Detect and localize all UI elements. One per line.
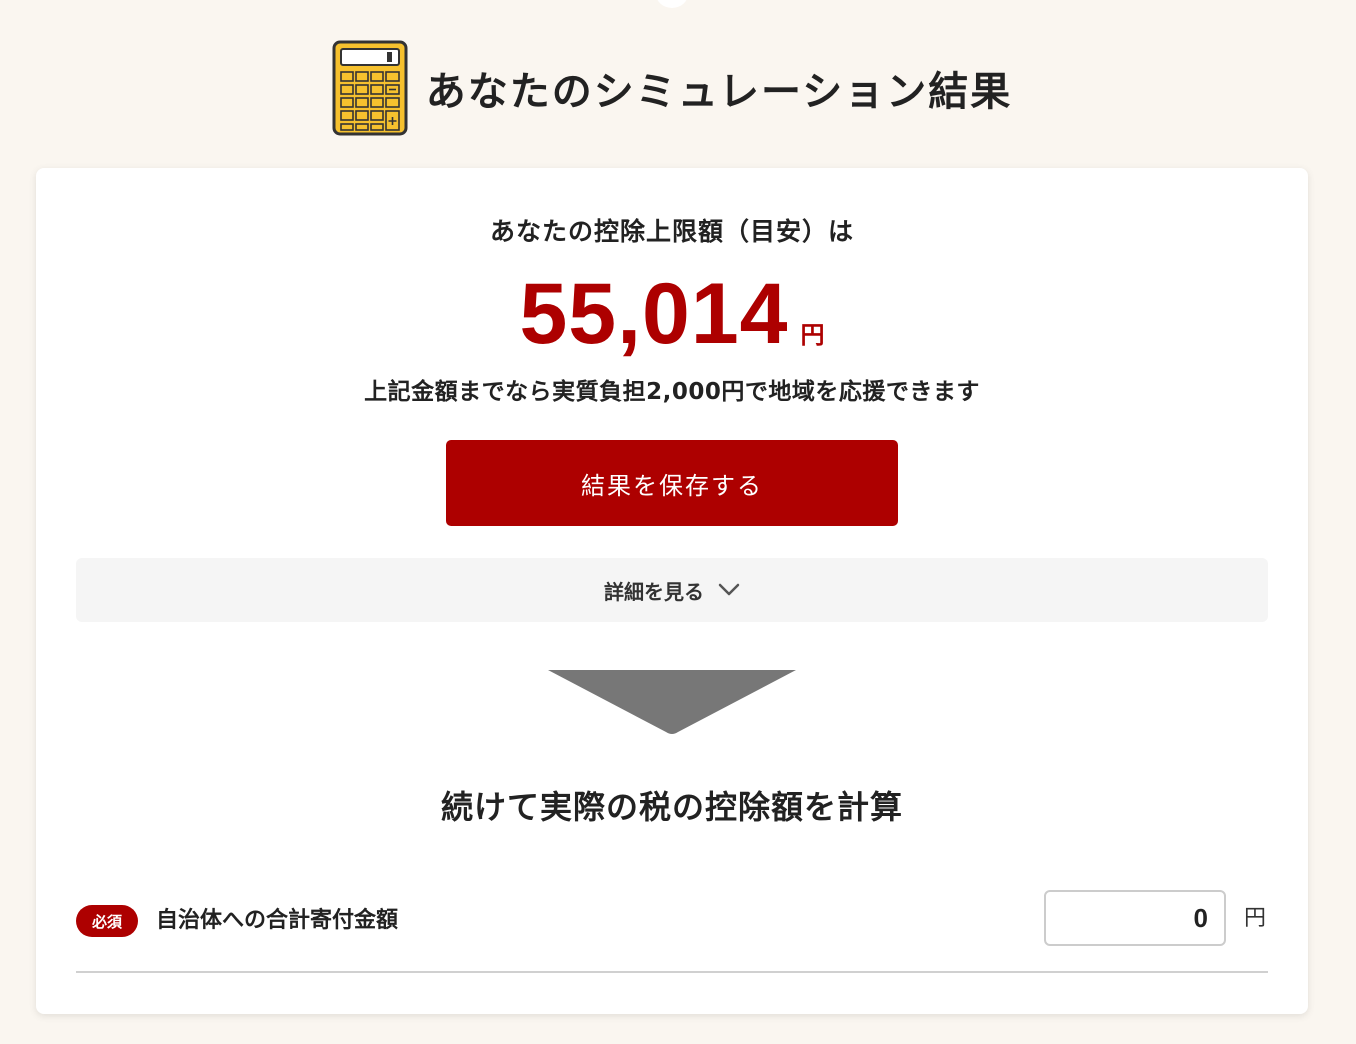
deduction-amount-value: 55,014 — [519, 266, 789, 362]
required-badge: 必須 — [76, 905, 138, 937]
chevron-down-icon — [718, 583, 740, 596]
support-description: 上記金額までなら実質負担2,000円で地域を応援できます — [364, 379, 980, 405]
donation-unit: 円 — [1244, 906, 1267, 931]
calculation-heading: 続けて実際の税の控除額を計算 — [440, 788, 903, 826]
donation-total-input[interactable] — [1044, 890, 1226, 946]
arrow-down-icon — [548, 670, 796, 734]
divider — [76, 971, 1268, 973]
top-notch — [656, 0, 688, 8]
donation-total-label: 自治体への合計寄付金額 — [156, 908, 399, 933]
page-header: あなたのシミュレーション結果 — [0, 40, 1356, 136]
view-details-toggle[interactable]: 詳細を見る — [76, 558, 1268, 622]
deduction-limit-label: あなたの控除上限額（目安）は — [489, 217, 854, 246]
page-title: あなたのシミュレーション結果 — [425, 69, 1013, 115]
calculator-icon — [332, 40, 408, 136]
save-result-button[interactable]: 結果を保存する — [446, 440, 898, 526]
header-inner: あなたのシミュレーション結果 — [332, 40, 1012, 136]
view-details-label: 詳細を見る — [604, 579, 704, 604]
deduction-amount-unit: 円 — [800, 321, 825, 349]
result-card: あなたの控除上限額（目安）は 55,014 円 上記金額までなら実質負担2,00… — [36, 168, 1308, 1014]
deduction-amount: 55,014 円 — [36, 264, 1308, 364]
